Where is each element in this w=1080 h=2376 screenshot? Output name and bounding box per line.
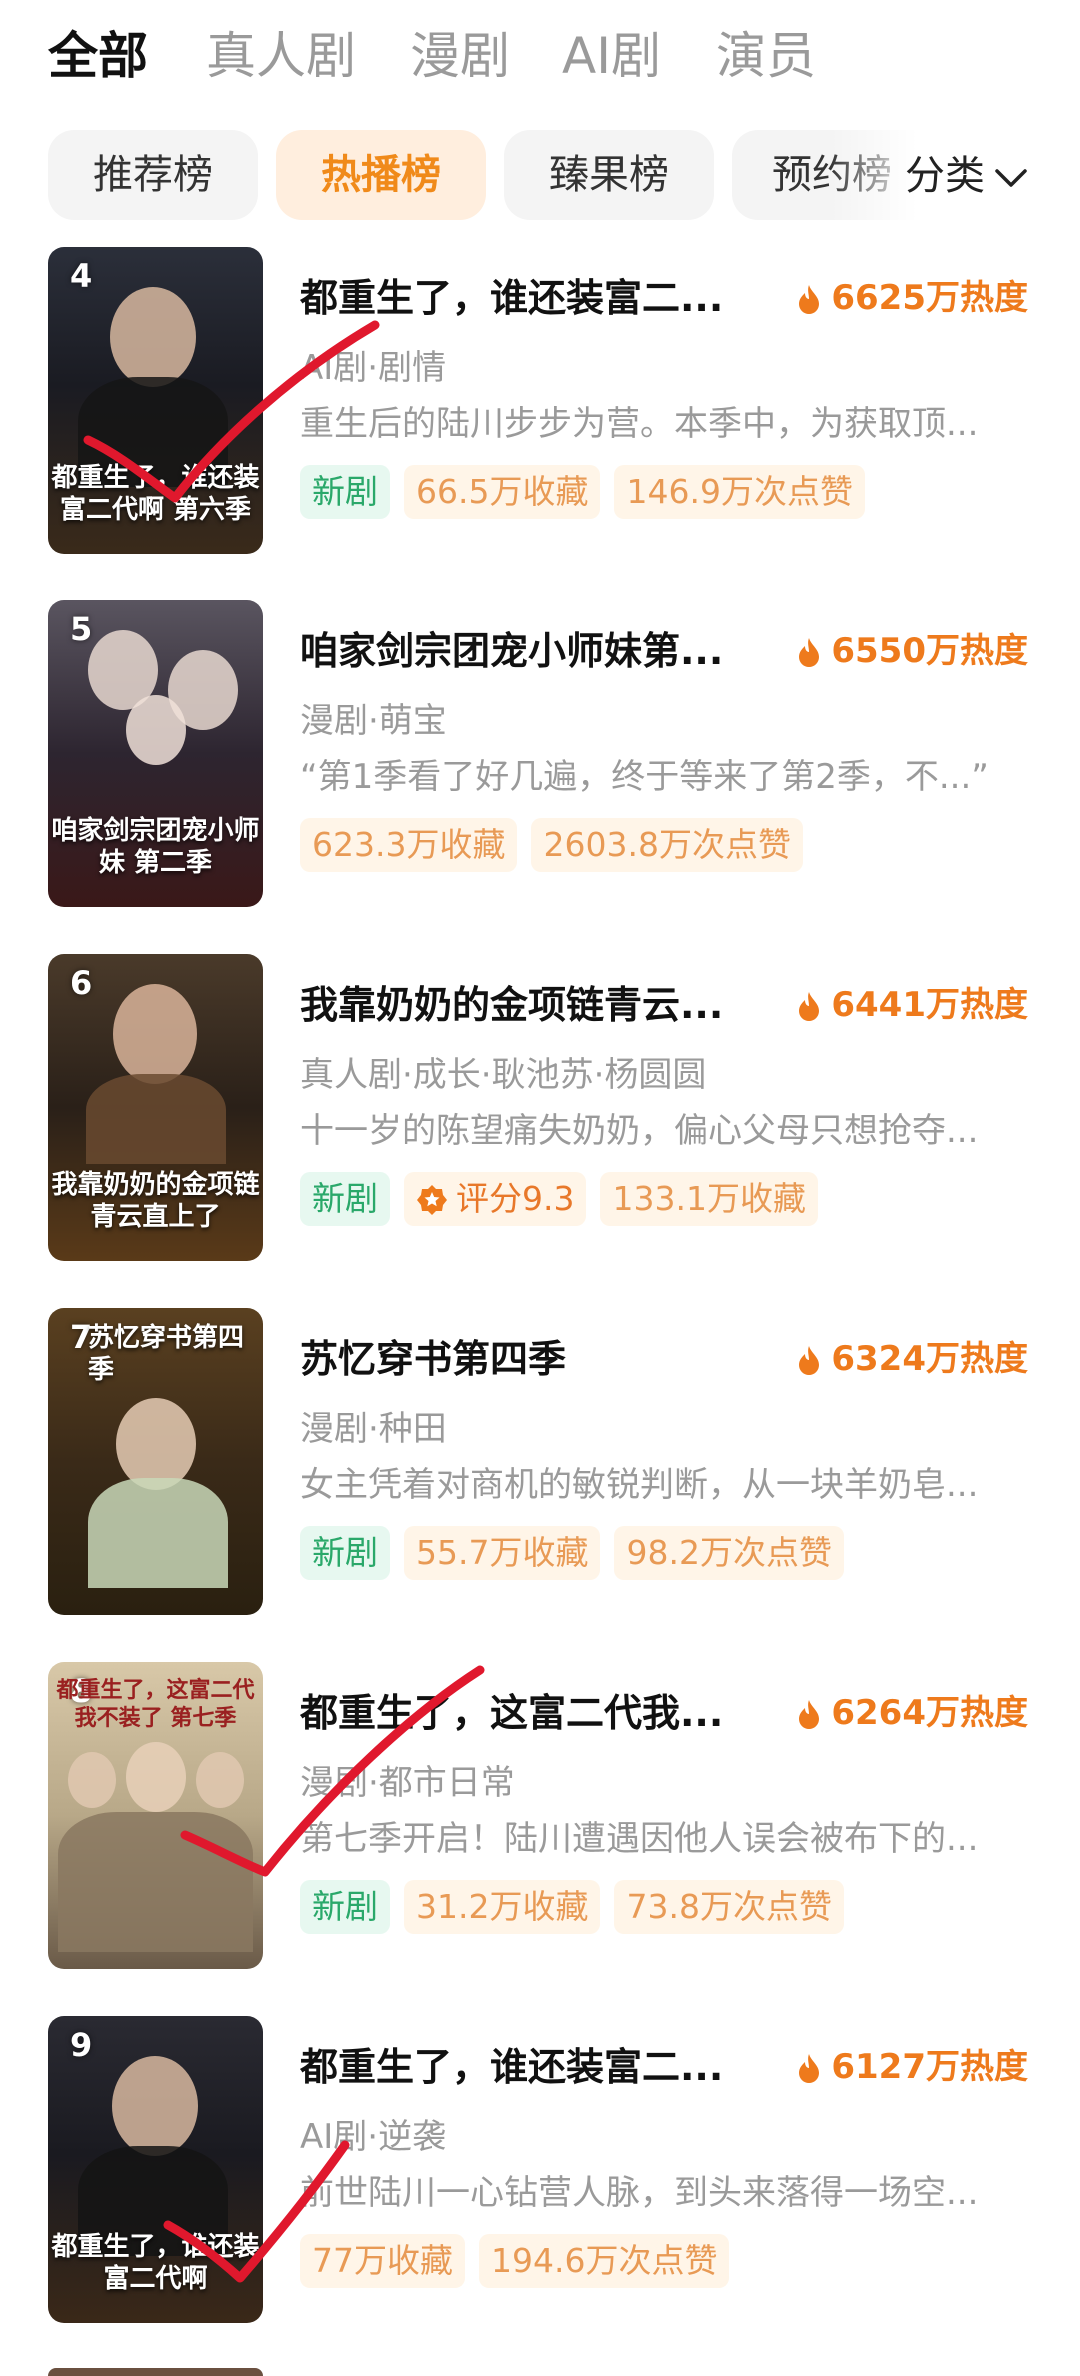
heat-value: 6550万热度 [797,626,1028,676]
poster-image[interactable]: 9 都重生了，谁还装富二代啊 [48,2016,263,2323]
tag-list: 新剧 66.5万收藏 146.9万次点赞 [300,465,879,519]
tab-ai-drama[interactable]: AI剧 [562,26,661,86]
flame-icon [799,638,820,667]
item-title[interactable]: 都重生了，谁还装富二... [300,2042,770,2092]
genre-text: 漫剧·都市日常 [300,1763,515,1803]
score-text: 评分9.3 [456,1179,575,1218]
like-count: 73.8万次点赞 [614,1880,844,1934]
collect-count: 55.7万收藏 [404,1526,601,1580]
heat-text: 6324万热度 [831,1339,1028,1379]
list-item[interactable]: 5 咱家剑宗团宠小师妹 第二季 咱家剑宗团宠小师妹第... 6550万热度 漫剧… [0,600,1080,910]
genre-text: AI剧·剧情 [300,348,447,388]
heat-text: 6441万热度 [831,985,1028,1025]
star-badge-icon [417,1185,447,1215]
flame-icon [799,2054,820,2083]
like-count: 2603.8万次点赞 [531,818,803,872]
heat-value: 6625万热度 [797,273,1028,323]
description-text: 女主凭着对商机的敏锐判断，从一块羊奶皂... [300,1465,979,1505]
tab-comic-drama[interactable]: 漫剧 [410,26,510,86]
like-count: 146.9万次点赞 [614,465,865,519]
new-badge: 新剧 [300,1526,390,1580]
heat-value: 6324万热度 [797,1334,1028,1384]
rank-number: 9 [70,2026,93,2064]
like-count: 194.6万次点赞 [479,2234,730,2288]
item-title[interactable]: 我靠奶奶的金项链青云... [300,980,770,1030]
description-text: 十一岁的陈望痛失奶奶，偏心父母只想抢夺... [300,1111,979,1151]
list-item[interactable]: 7 苏忆穿书第四季 苏忆穿书第四季 6324万热度 漫剧·种田 女主凭着对商机的… [0,1308,1080,1618]
tab-all[interactable]: 全部 [48,26,148,86]
rank-number: 5 [70,610,93,648]
description-text: 重生后的陆川步步为营。本季中，为获取顶... [300,404,979,444]
genre-text: 真人剧·成长·耿池苏·杨圆圆 [300,1055,707,1095]
flame-icon [799,1700,820,1729]
collect-count: 66.5万收藏 [404,465,601,519]
genre-text: 漫剧·萌宝 [300,701,447,741]
poster-caption: 都重生了，这富二代我不装了 第七季 [56,1677,255,1731]
description-text: 第七季开启！陆川遭遇因他人误会被布下的... [300,1819,979,1859]
item-title[interactable]: 都重生了，这富二代我... [300,1688,770,1738]
item-title[interactable]: 苏忆穿书第四季 [300,1334,770,1384]
poster-image[interactable]: 5 咱家剑宗团宠小师妹 第二季 [48,600,263,907]
tag-list: 77万收藏 194.6万次点赞 [300,2234,743,2288]
new-badge: 新剧 [300,465,390,519]
poster-image[interactable]: 8 都重生了，这富二代我不装了 第七季 [48,1662,263,1969]
description-text: “第1季看了好几遍，终于等来了第2季，不...” [300,757,989,797]
heat-text: 6550万热度 [831,631,1028,671]
flame-icon [799,285,820,314]
poster-image[interactable]: 6 我靠奶奶的金项链青云直上了 [48,954,263,1261]
poster-caption: 我靠奶奶的金项链青云直上了 [51,1170,260,1232]
tag-list: 623.3万收藏 2603.8万次点赞 [300,818,817,872]
heat-text: 6264万热度 [831,1693,1028,1733]
tab-actors[interactable]: 演员 [716,26,816,86]
top-category-tabs: 全部 真人剧 漫剧 AI剧 演员 [0,0,1080,120]
category-button[interactable]: 分类 [905,130,1029,222]
rank-number: 4 [70,257,93,295]
poster-caption: 咱家剑宗团宠小师妹 第二季 [51,816,260,878]
poster-image[interactable]: 4 都重生了，谁还装富二代啊 第六季 [48,247,263,554]
next-poster-peek [48,2368,263,2376]
heat-text: 6625万热度 [831,278,1028,318]
new-badge: 新剧 [300,1880,390,1934]
chip-hot[interactable]: 热播榜 [276,130,486,220]
collect-count: 623.3万收藏 [300,818,518,872]
poster-caption: 都重生了，谁还装富二代啊 [51,2232,260,2294]
description-text: 前世陆川一心钻营人脉，到头来落得一场空... [300,2173,979,2213]
item-title[interactable]: 咱家剑宗团宠小师妹第... [300,626,770,676]
category-label: 分类 [905,153,985,199]
tag-list: 新剧 评分9.3 133.1万收藏 [300,1172,832,1226]
list-item[interactable]: 8 都重生了，这富二代我不装了 第七季 都重生了，这富二代我... 6264万热… [0,1662,1080,1972]
tag-list: 新剧 55.7万收藏 98.2万次点赞 [300,1526,858,1580]
tag-list: 新剧 31.2万收藏 73.8万次点赞 [300,1880,858,1934]
flame-icon [799,1346,820,1375]
like-count: 98.2万次点赞 [614,1526,844,1580]
rank-number: 6 [70,964,93,1002]
list-item[interactable]: 6 我靠奶奶的金项链青云直上了 我靠奶奶的金项链青云... 6441万热度 真人… [0,954,1080,1264]
flame-icon [799,992,820,1021]
collect-count: 77万收藏 [300,2234,465,2288]
list-item[interactable]: 4 都重生了，谁还装富二代啊 第六季 都重生了，谁还装富二... 6625万热度… [0,247,1080,557]
collect-count: 31.2万收藏 [404,1880,601,1934]
poster-caption: 苏忆穿书第四季 [88,1323,245,1385]
new-badge: 新剧 [300,1172,390,1226]
poster-caption: 都重生了，谁还装富二代啊 第六季 [51,463,260,525]
genre-text: 漫剧·种田 [300,1409,447,1449]
tab-live-action[interactable]: 真人剧 [206,26,356,86]
chip-zhenguo[interactable]: 臻果榜 [504,130,714,220]
poster-image[interactable]: 7 苏忆穿书第四季 [48,1308,263,1615]
chevron-down-icon [995,169,1027,187]
score-badge: 评分9.3 [404,1172,587,1226]
heat-value: 6264万热度 [797,1688,1028,1738]
heat-value: 6127万热度 [797,2042,1028,2092]
heat-text: 6127万热度 [831,2047,1028,2087]
list-item[interactable]: 9 都重生了，谁还装富二代啊 都重生了，谁还装富二... 6127万热度 AI剧… [0,2016,1080,2326]
genre-text: AI剧·逆袭 [300,2117,447,2157]
item-title[interactable]: 都重生了，谁还装富二... [300,273,770,323]
collect-count: 133.1万收藏 [600,1172,818,1226]
heat-value: 6441万热度 [797,980,1028,1030]
chip-recommended[interactable]: 推荐榜 [48,130,258,220]
